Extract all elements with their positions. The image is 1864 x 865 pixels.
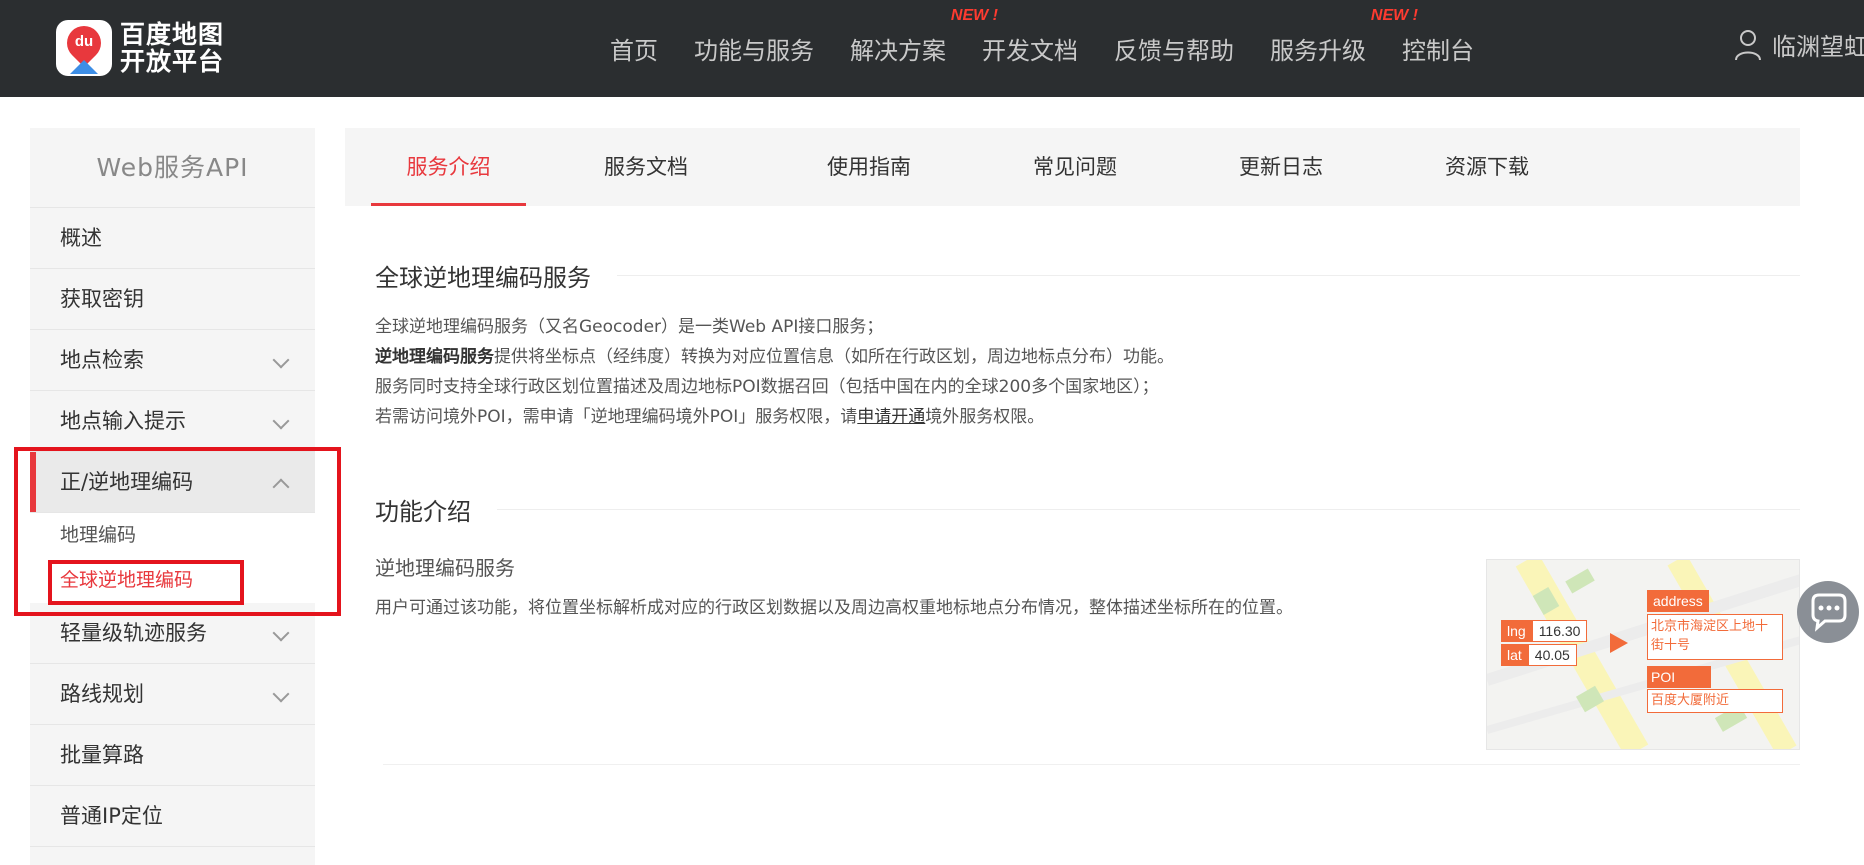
sidebar-item-place-search[interactable]: 地点检索 — [30, 330, 315, 391]
arrow-right-icon — [1610, 633, 1628, 653]
sidebar-item-place-suggestion[interactable]: 地点输入提示 — [30, 391, 315, 452]
address-key: address — [1647, 590, 1709, 612]
logo-line2: 开放平台 — [120, 47, 225, 76]
user-icon — [1735, 29, 1761, 60]
address-value: 北京市海淀区上地十街十号 — [1647, 614, 1783, 660]
chevron-down-icon — [272, 351, 290, 369]
chevron-down-icon — [272, 685, 290, 703]
poi-value: 百度大厦附近 — [1647, 689, 1783, 713]
section-title: 全球逆地理编码服务 — [375, 250, 1800, 300]
sidebar-title: Web服务API — [30, 128, 315, 208]
main-nav: 首页 功能与服务 解决方案 NEW ! 开发文档 反馈与帮助 服务升级 NEW ! … — [610, 0, 1510, 97]
tab-faq[interactable]: 常见问题 — [972, 128, 1178, 206]
tab-service-docs[interactable]: 服务文档 — [526, 128, 766, 206]
chevron-down-icon — [272, 624, 290, 642]
intro-paragraph: 全球逆地理编码服务（又名Geocoder）是一类Web API接口服务； 逆地理… — [375, 317, 1174, 427]
lng-field: lng 116.30 — [1501, 620, 1588, 642]
sidebar-item-overview[interactable]: 概述 — [30, 208, 315, 269]
divider — [383, 764, 1800, 765]
chat-bubble-icon — [1811, 593, 1847, 632]
apply-link[interactable]: 申请开通 — [857, 407, 925, 427]
feature-description: 用户可通过该功能，将位置坐标解析成对应的行政区划数据以及周边高权重地标地点分布情… — [375, 598, 1293, 618]
sidebar-item-ip-location[interactable]: 普通IP定位 — [30, 786, 315, 847]
logo-badge-text: du — [74, 33, 94, 50]
highlight-box — [48, 560, 244, 605]
tab-changelog[interactable]: 更新日志 — [1178, 128, 1384, 206]
chat-float-button[interactable] — [1797, 581, 1859, 643]
tab-service-intro[interactable]: 服务介绍 — [371, 128, 526, 206]
logo-line1: 百度地图 — [120, 20, 225, 49]
section-title: 功能介绍 — [375, 484, 1800, 534]
baidu-map-logo-icon: du — [56, 20, 112, 76]
logo[interactable]: du 百度地图 开放平台 — [56, 20, 224, 76]
lat-field: lat 40.05 — [1501, 644, 1577, 666]
poi-key: POI — [1647, 666, 1711, 688]
top-navbar: du 百度地图 开放平台 首页 功能与服务 解决方案 NEW ! 开发文档 反馈与… — [0, 0, 1864, 97]
user-menu[interactable]: 临渊望虹 — [1734, 27, 1864, 62]
sidebar-item-route[interactable]: 路线规划 — [30, 664, 315, 725]
chevron-down-icon — [272, 412, 290, 430]
nav-feedback[interactable]: 反馈与帮助 — [1114, 31, 1234, 66]
new-badge: NEW ! — [1370, 7, 1418, 24]
sidebar-item-batch-route[interactable]: 批量算路 — [30, 725, 315, 786]
new-badge: NEW ! — [950, 7, 998, 24]
nav-solutions[interactable]: 解决方案 NEW ! — [850, 7, 998, 66]
reverse-geocoding-illustration: lng 116.30 lat 40.05 address 北京市海淀区上地十街十… — [1486, 559, 1800, 750]
nav-upgrade[interactable]: 服务升级 NEW ! — [1270, 7, 1418, 66]
nav-home[interactable]: 首页 — [610, 31, 658, 66]
logo-text: 百度地图 开放平台 — [120, 21, 224, 75]
tab-bar: 服务介绍 服务文档 使用指南 常见问题 更新日志 资源下载 — [345, 128, 1800, 206]
nav-features[interactable]: 功能与服务 — [694, 31, 814, 66]
nav-console[interactable]: 控制台 — [1402, 31, 1474, 66]
tab-usage-guide[interactable]: 使用指南 — [766, 128, 972, 206]
user-name: 临渊望虹 — [1772, 33, 1864, 61]
nav-docs[interactable]: 开发文档 — [982, 31, 1078, 66]
tab-downloads[interactable]: 资源下载 — [1384, 128, 1590, 206]
sidebar-item-get-key[interactable]: 获取密钥 — [30, 269, 315, 330]
